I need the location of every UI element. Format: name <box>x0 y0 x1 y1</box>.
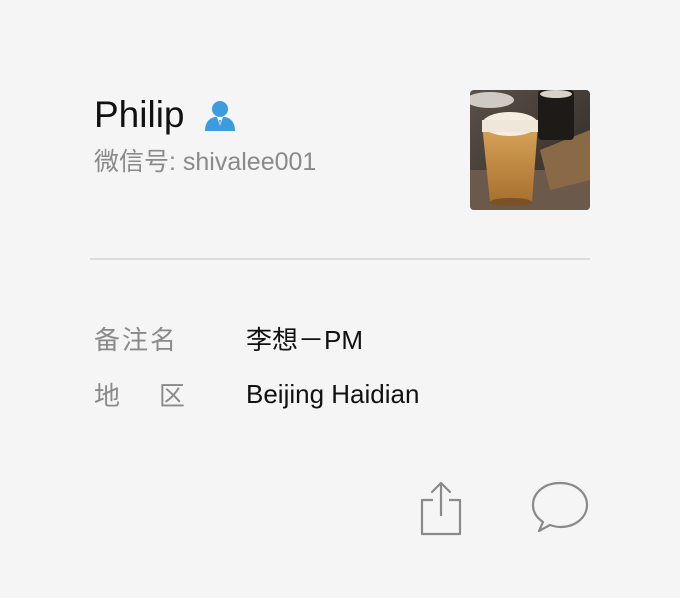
region-label: 地 区 <box>94 380 187 411</box>
remark-row: 备注名 李想－PM <box>94 320 363 356</box>
remark-label: 备注名 <box>94 324 179 355</box>
region-value: Beijing Haidian <box>246 378 420 409</box>
contact-name: Philip <box>94 94 185 135</box>
message-button[interactable] <box>528 478 592 536</box>
region-row: 地 区 Beijing Haidian <box>94 376 419 412</box>
male-user-icon <box>203 98 237 132</box>
name-row: Philip <box>94 93 237 137</box>
chat-bubble-icon <box>531 481 589 533</box>
remark-value: 李想－PM <box>246 324 364 355</box>
share-icon <box>420 481 462 536</box>
divider <box>90 258 590 260</box>
wechat-id: 微信号: shivalee001 <box>94 148 317 176</box>
contact-card: Philip 微信号: shivalee001 备注名 李想－PM 地 区 Be… <box>0 0 680 598</box>
share-button[interactable] <box>414 478 468 538</box>
avatar[interactable] <box>470 90 590 210</box>
